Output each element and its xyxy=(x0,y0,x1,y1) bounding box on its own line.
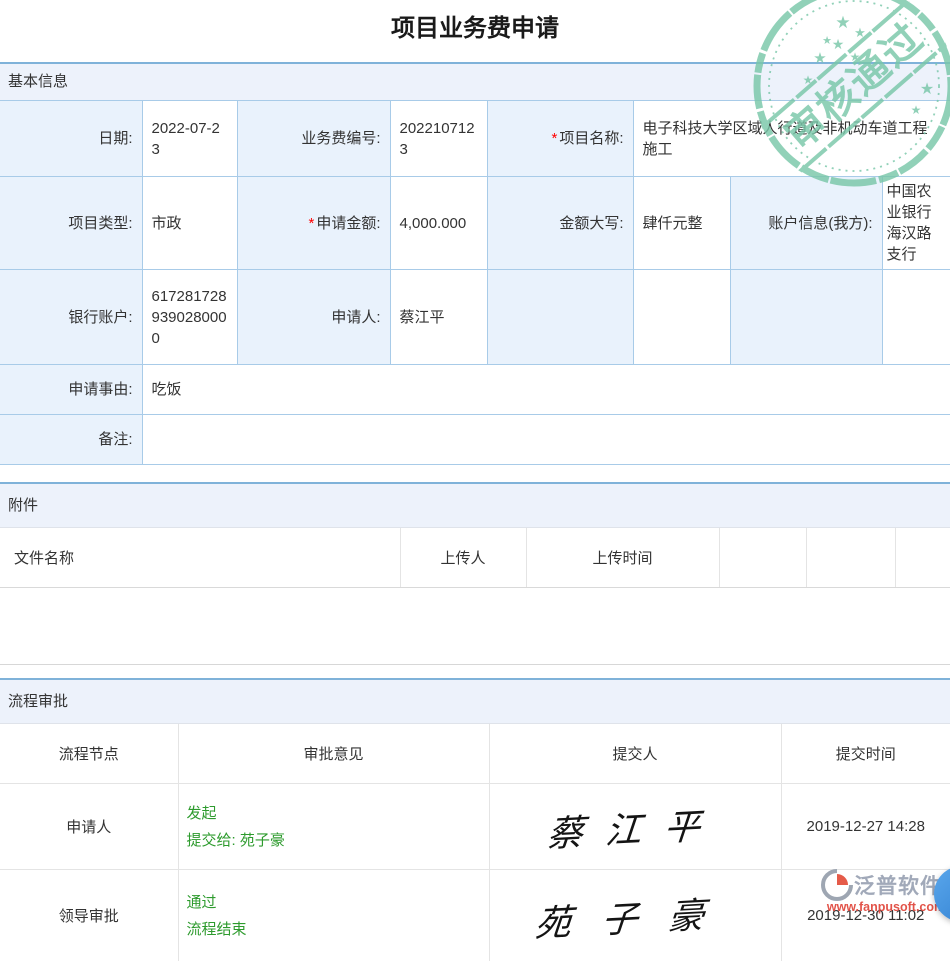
approval-table: 流程节点 审批意见 提交人 提交时间 申请人 发起 提交给: 苑子豪 蔡江平 2… xyxy=(0,724,950,961)
approval-opinion-line: 发起 xyxy=(187,800,488,827)
applicant-value: 蔡江平 xyxy=(390,270,487,365)
page: { "title": "项目业务费申请", "stamp": { "text":… xyxy=(0,0,950,925)
bank-account-value: 6172817289390280000 xyxy=(142,270,237,365)
approval-signature-cell: 蔡江平 xyxy=(489,784,781,870)
project-type-value: 市政 xyxy=(142,177,237,270)
amount-words-label: 金额大写: xyxy=(487,177,633,270)
section-header-approval-flow: 流程审批 xyxy=(0,678,950,724)
approval-node: 领导审批 xyxy=(0,870,178,961)
bank-account-label: 银行账户: xyxy=(0,270,142,365)
approval-header-submitter: 提交人 xyxy=(489,724,781,784)
empty-value-cell xyxy=(633,270,730,365)
attachments-header-empty xyxy=(895,528,950,588)
attachments-header-uploader: 上传人 xyxy=(400,528,526,588)
reason-label: 申请事由: xyxy=(0,365,142,415)
attachments-header-empty xyxy=(806,528,895,588)
approval-node: 申请人 xyxy=(0,784,178,870)
fanpu-logo-icon xyxy=(820,868,854,902)
approval-signature-cell: 苑子豪 xyxy=(489,870,781,961)
attachments-table: 文件名称 上传人 上传时间 xyxy=(0,528,950,588)
approval-row: 申请人 发起 提交给: 苑子豪 蔡江平 2019-12-27 14:28 xyxy=(0,784,950,870)
fee-no-label: 业务费编号: xyxy=(237,101,390,177)
account-info-value: 中国农业银行海汉路支行 xyxy=(882,177,950,270)
empty-label-cell xyxy=(487,270,633,365)
approval-opinion-line: 提交给: 苑子豪 xyxy=(187,827,488,854)
amount-label: *申请金额: xyxy=(237,177,390,270)
brand-name: 泛普软件 xyxy=(854,870,942,900)
approval-opinion: 发起 提交给: 苑子豪 xyxy=(178,784,489,870)
project-type-label: 项目类型: xyxy=(0,177,142,270)
required-asterisk: * xyxy=(551,130,557,147)
section-gap xyxy=(0,665,950,678)
attachments-header-filename: 文件名称 xyxy=(0,528,400,588)
empty-label-cell xyxy=(730,270,882,365)
basic-info-table: 日期: 2022-07-23 业务费编号: 2022107123 *项目名称: … xyxy=(0,100,950,465)
project-name-label-text: 项目名称: xyxy=(559,130,623,147)
project-name-label: *项目名称: xyxy=(487,101,633,177)
approval-header-opinion: 审批意见 xyxy=(178,724,489,784)
project-name-value: 电子科技大学区域人行道及非机动车道工程施工 xyxy=(633,101,950,177)
section-header-basic-info: 基本信息 xyxy=(0,62,950,100)
attachments-empty-area xyxy=(0,588,950,665)
amount-value: 4,000.000 xyxy=(390,177,487,270)
remark-value xyxy=(142,415,950,465)
page-title: 项目业务费申请 xyxy=(0,0,950,62)
reason-value: 吃饭 xyxy=(142,365,950,415)
approval-opinion-line: 通过 xyxy=(187,889,488,916)
approval-row: 领导审批 通过 流程结束 苑子豪 2019-12-30 11:02 xyxy=(0,870,950,961)
approval-submit-time: 2019-12-27 14:28 xyxy=(781,784,950,870)
attachments-header-upload-time: 上传时间 xyxy=(526,528,719,588)
fee-no-value: 2022107123 xyxy=(390,101,487,177)
applicant-label: 申请人: xyxy=(237,270,390,365)
brand-watermark: 泛普软件 www.fanpusoft.com xyxy=(820,868,950,914)
date-label: 日期: xyxy=(0,101,142,177)
account-info-label: 账户信息(我方): xyxy=(730,177,882,270)
approval-opinion-line: 流程结束 xyxy=(187,916,488,943)
signature-handwriting: 蔡江平 xyxy=(545,796,725,857)
approval-header-node: 流程节点 xyxy=(0,724,178,784)
section-header-attachments: 附件 xyxy=(0,482,950,528)
amount-words-value: 肆仟元整 xyxy=(633,177,730,270)
website-url: www.fanpusoft.com xyxy=(820,900,950,914)
empty-value-cell xyxy=(882,270,950,365)
date-value: 2022-07-23 xyxy=(142,101,237,177)
remark-label: 备注: xyxy=(0,415,142,465)
required-asterisk: * xyxy=(308,215,314,232)
signature-handwriting: 苑子豪 xyxy=(533,884,737,946)
attachments-header-empty xyxy=(719,528,806,588)
approval-header-submit-time: 提交时间 xyxy=(781,724,950,784)
approval-opinion: 通过 流程结束 xyxy=(178,870,489,961)
amount-label-text: 申请金额: xyxy=(316,215,380,232)
section-gap xyxy=(0,465,950,482)
